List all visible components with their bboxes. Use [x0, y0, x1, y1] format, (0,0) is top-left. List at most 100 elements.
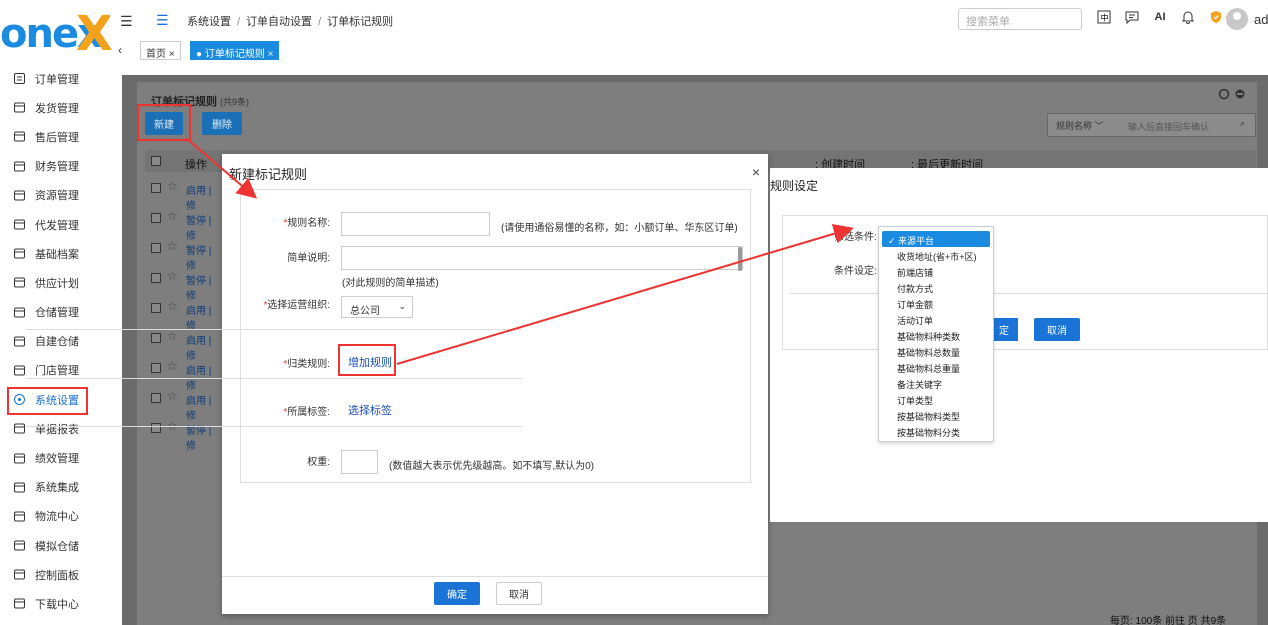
dropdown-option[interactable]: ✓ 来源平台: [882, 231, 990, 247]
org-select[interactable]: 总公司 ⌄: [341, 296, 413, 318]
table-row[interactable]: ☆ 启用 | 修: [145, 354, 223, 392]
sidebar-item-15[interactable]: 物流中心: [0, 502, 110, 531]
sidebar-item-0[interactable]: 订单管理: [0, 64, 110, 93]
rule-name-filter[interactable]: 规则名称 ﹀ 输入后直接回车确认 ⌕: [1047, 113, 1256, 137]
breadcrumb-item[interactable]: 系统设置: [187, 16, 231, 28]
row-checkbox[interactable]: [151, 363, 161, 373]
sidebar-item-7[interactable]: 供应计划: [0, 268, 110, 297]
row-checkbox[interactable]: [151, 273, 161, 283]
ai-icon[interactable]: AI: [1151, 8, 1169, 26]
rule-name-input[interactable]: [341, 212, 490, 236]
modal-footer-divider: [222, 576, 768, 577]
dropdown-option[interactable]: 订单金额: [879, 295, 993, 311]
filter-input[interactable]: 输入后直接回车确认: [1128, 120, 1209, 133]
sidebar-item-11[interactable]: 系统设置: [0, 385, 110, 416]
back-icon[interactable]: ‹: [118, 43, 122, 57]
menu-search-input[interactable]: 搜索菜单: [958, 8, 1082, 30]
pagination[interactable]: 每页: 100条 前往 页 共9条: [1110, 612, 1226, 625]
avatar[interactable]: [1226, 8, 1248, 30]
dropdown-option[interactable]: 订单类型: [879, 391, 993, 407]
filter-field-label[interactable]: 规则名称 ﹀: [1056, 121, 1104, 131]
dropdown-option[interactable]: 付款方式: [879, 279, 993, 295]
sidebar-item-16[interactable]: 模拟仓储: [0, 531, 110, 560]
table-row[interactable]: ☆ 暂停 | 修: [145, 264, 223, 302]
column-header-operation: 操作: [185, 159, 207, 171]
sidebar-item-10[interactable]: 门店管理: [0, 356, 110, 385]
sidebar-item-17[interactable]: 控制面板: [0, 560, 110, 589]
row-checkbox[interactable]: [151, 213, 161, 223]
table-row[interactable]: ☆ 启用 | 修: [145, 294, 223, 332]
sidebar-item-3[interactable]: 财务管理: [0, 152, 110, 181]
star-icon[interactable]: ☆: [167, 299, 178, 313]
translate-icon[interactable]: 中: [1095, 8, 1113, 26]
table-row[interactable]: ☆ 启用 | 修: [145, 174, 223, 212]
star-icon[interactable]: ☆: [167, 359, 178, 373]
user-name[interactable]: ad: [1254, 12, 1268, 27]
star-icon[interactable]: ☆: [167, 329, 178, 343]
delete-button[interactable]: 删除: [202, 112, 242, 135]
menu-list-icon[interactable]: ☰: [156, 12, 169, 29]
sidebar-item-14[interactable]: 系统集成: [0, 473, 110, 502]
dropdown-option[interactable]: 基础物料总数量: [879, 343, 993, 359]
row-checkbox[interactable]: [151, 183, 161, 193]
dropdown-option[interactable]: 收货地址(省+市+区): [879, 247, 993, 263]
sidebar-item-6[interactable]: 基础档案: [0, 239, 110, 268]
row-checkbox[interactable]: [151, 243, 161, 253]
sidebar-item-8[interactable]: 仓储管理: [0, 298, 110, 327]
shield-icon[interactable]: [1207, 8, 1225, 26]
sidebar-item-5[interactable]: 代发管理: [0, 210, 110, 239]
dropdown-option[interactable]: 按基础物料分类: [879, 423, 993, 439]
refresh-settings-icons[interactable]: [1218, 88, 1248, 103]
sidebar-item-1[interactable]: 发货管理: [0, 93, 110, 122]
sidebar-item-2[interactable]: 售后管理: [0, 122, 110, 151]
search-icon[interactable]: ⌕: [1240, 118, 1245, 129]
dropdown-option[interactable]: 基础物料总重量: [879, 359, 993, 375]
close-icon[interactable]: ×: [752, 164, 760, 180]
modal-title: 新建标记规则: [229, 167, 308, 182]
confirm-button[interactable]: 确定: [434, 582, 480, 605]
textarea-scrollbar[interactable]: [738, 247, 742, 271]
row-checkbox[interactable]: [151, 423, 161, 433]
star-icon[interactable]: ☆: [167, 179, 178, 193]
dropdown-option[interactable]: 前端店铺: [879, 263, 993, 279]
sidebar-item-12[interactable]: 单据报表: [0, 414, 110, 443]
highlight-box: [338, 344, 396, 376]
sidebar-item-13[interactable]: 绩效管理: [0, 443, 110, 472]
star-icon[interactable]: ☆: [167, 389, 178, 403]
dropdown-option[interactable]: 按基础物料类型: [879, 407, 993, 423]
dropdown-option[interactable]: 基础物料种类数: [879, 327, 993, 343]
table-row[interactable]: ☆ 暂停 | 修: [145, 414, 223, 452]
grid-icon: [12, 188, 26, 202]
row-checkbox[interactable]: [151, 333, 161, 343]
select-tag-link[interactable]: 选择标签: [348, 402, 392, 418]
filter-condition-dropdown[interactable]: ✓ 来源平台 收货地址(省+市+区) 前端店铺 付款方式 订单金额 活动订单 基础物料种类数…: [878, 226, 994, 442]
brand-logo[interactable]: onex X: [0, 10, 113, 62]
menu-collapse-icon[interactable]: ☰: [120, 13, 133, 30]
breadcrumb-item[interactable]: 订单自动设置: [246, 16, 312, 28]
sidebar-item-4[interactable]: 资源管理: [0, 181, 110, 210]
select-all-checkbox[interactable]: [151, 156, 161, 166]
table-row[interactable]: ☆ 暂停 | 修: [145, 204, 223, 242]
dropdown-option[interactable]: 备注关键字: [879, 375, 993, 391]
star-icon[interactable]: ☆: [167, 209, 178, 223]
row-checkbox[interactable]: [151, 303, 161, 313]
weight-input[interactable]: [341, 450, 378, 474]
row-checkbox[interactable]: [151, 393, 161, 403]
rule-cancel-button[interactable]: 取消: [1034, 318, 1080, 341]
bell-icon[interactable]: [1179, 8, 1197, 26]
tab-home[interactable]: 首页 ×: [140, 41, 181, 60]
rule-confirm-button[interactable]: 定: [990, 318, 1018, 341]
table-row[interactable]: ☆ 启用 | 修: [145, 384, 223, 422]
description-input[interactable]: [341, 246, 743, 270]
tab-order-mark-rule[interactable]: ● 订单标记规则 ×: [190, 41, 280, 60]
star-icon[interactable]: ☆: [167, 269, 178, 283]
cancel-button[interactable]: 取消: [496, 582, 542, 605]
dropdown-option[interactable]: 活动订单: [879, 311, 993, 327]
sidebar-item-9[interactable]: 自建仓储: [0, 327, 110, 356]
sidebar-item-label: 基础档案: [35, 248, 79, 261]
sidebar-item-18[interactable]: 下载中心: [0, 589, 110, 618]
dashboard-icon: [12, 568, 26, 582]
star-icon[interactable]: ☆: [167, 239, 178, 253]
table-row[interactable]: ☆ 暂停 | 修: [145, 234, 223, 272]
message-icon[interactable]: [1123, 8, 1141, 26]
